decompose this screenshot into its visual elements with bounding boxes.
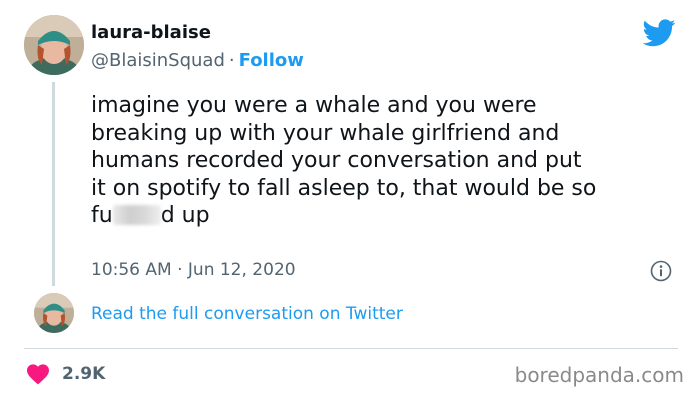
tweet-line-3: humans recorded your conversation and pu… — [91, 148, 582, 173]
info-icon[interactable] — [650, 260, 672, 282]
watermark: boredpanda.com — [514, 363, 684, 387]
user-handle[interactable]: @BlaisinSquad — [91, 50, 225, 71]
heart-icon[interactable] — [26, 363, 50, 385]
follow-button[interactable]: Follow — [239, 50, 304, 71]
twitter-bird-icon[interactable] — [643, 19, 676, 47]
tweet-line-1: imagine you were a whale and you were — [91, 93, 537, 118]
tweet-text: imagine you were a whale and you were br… — [91, 92, 691, 230]
tweet-line-5: fu d up — [91, 202, 691, 230]
tweet-line-4: it on spotify to fall asleep to, that wo… — [91, 175, 597, 201]
separator: · — [228, 50, 235, 71]
avatar[interactable] — [24, 15, 84, 75]
display-name[interactable]: laura-blaise — [91, 22, 211, 43]
handle-row: @BlaisinSquad · Follow — [91, 50, 304, 71]
tweet-line-2: breaking up with your whale girlfriend a… — [91, 120, 560, 146]
read-conversation-link[interactable]: Read the full conversation on Twitter — [91, 304, 403, 324]
tweet-line-5-start: fu — [91, 203, 113, 228]
tweet-card: laura-blaise @BlaisinSquad · Follow imagin… — [0, 0, 700, 400]
censored-word — [112, 205, 161, 225]
thread-line — [52, 82, 55, 286]
tweet-line-5-end: d up — [160, 203, 210, 228]
avatar-image — [24, 15, 84, 75]
reply-avatar[interactable] — [34, 293, 74, 333]
reply-avatar-image — [34, 293, 74, 333]
tweet-timestamp[interactable]: 10:56 AM · Jun 12, 2020 — [91, 260, 296, 280]
divider — [24, 348, 678, 349]
like-count[interactable]: 2.9K — [62, 364, 105, 384]
